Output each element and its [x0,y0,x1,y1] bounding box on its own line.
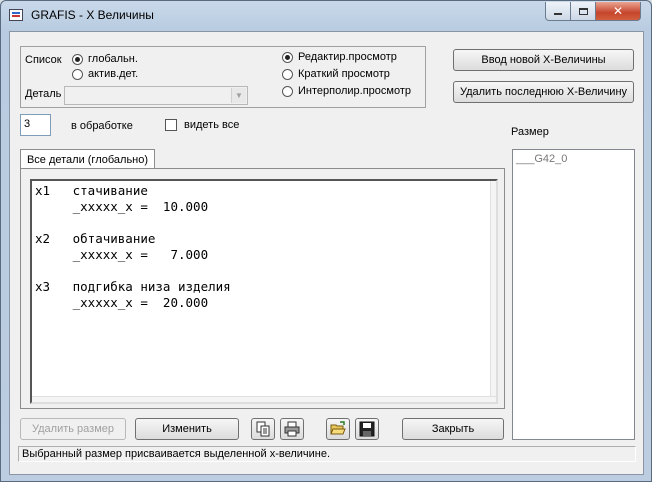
tab-all-details[interactable]: Все детали (глобально) [20,149,155,169]
size-listbox[interactable]: ___G42_0 [512,149,635,440]
list-label: Список [25,54,62,66]
print-button[interactable] [280,418,304,440]
processing-label: в обработке [71,120,133,132]
radio-active-detail-label: актив.дет. [88,68,139,80]
close-window-button[interactable]: ✕ [595,2,641,21]
editor-line: x1 стачивание [35,183,148,198]
window-title: GRAFIS - X Величины [31,8,154,22]
close-button[interactable]: Закрыть [402,418,504,440]
radio-interp-view[interactable] [282,86,293,97]
x-values-editor[interactable]: x1 стачивание _xxxxx_x = 10.000 x2 обтач… [30,179,498,404]
radio-interp-view-label: Интерполир.просмотр [298,85,411,97]
editor-line: _xxxxx_x = 10.000 [35,199,209,214]
delete-last-x-button[interactable]: Удалить последнюю X-Величину [453,81,634,103]
maximize-button[interactable] [570,2,596,21]
radio-edit-view-label: Редактир.просмотр [298,51,397,63]
change-button[interactable]: Изменить [135,418,239,440]
see-all-checkbox[interactable] [165,119,177,131]
detail-label: Деталь [25,88,62,100]
editor-line: x3 подгибка низа изделия [35,279,231,294]
editor-line: x2 обтачивание [35,231,156,246]
radio-global-label: глобальн. [88,53,138,65]
radio-short-view-label: Краткий просмотр [298,68,390,80]
app-icon [9,9,23,21]
radio-global[interactable] [72,54,83,65]
radio-active-detail[interactable] [72,69,83,80]
print-icon [284,421,300,437]
editor-vertical-scrollbar[interactable] [490,181,496,402]
minimize-icon [554,13,562,15]
title-bar[interactable]: GRAFIS - X Величины ✕ [1,1,651,29]
processing-count-field[interactable]: 3 [20,114,51,136]
detail-combobox[interactable]: ▼ [64,86,248,105]
radio-edit-view[interactable] [282,52,293,63]
save-icon [359,421,375,437]
radio-short-view[interactable] [282,69,293,80]
editor-horizontal-scrollbar[interactable] [32,396,496,402]
list-item[interactable]: ___G42_0 [516,153,567,165]
status-text: Выбранный размер присваивается выделенно… [22,448,331,460]
copy-icon [256,421,270,437]
status-bar: Выбранный размер присваивается выделенно… [18,446,636,462]
see-all-label: видеть все [184,119,240,131]
minimize-button[interactable] [545,2,571,21]
processing-count-value: 3 [24,118,31,130]
editor-line: _xxxxx_x = 7.000 [35,247,209,262]
client-area: Список глобальн. актив.дет. Деталь Редак… [9,31,644,475]
editor-line: _xxxxx_x = 20.000 [35,295,209,310]
close-icon: ✕ [612,4,624,18]
save-button[interactable] [355,418,379,440]
open-button[interactable] [326,418,350,440]
maximize-icon [578,7,588,15]
chevron-down-icon[interactable]: ▼ [231,88,246,103]
new-x-button[interactable]: Ввод новой X-Величины [453,49,634,71]
copy-button[interactable] [251,418,275,440]
size-label: Размер [511,126,549,138]
delete-size-button[interactable]: Удалить размер [20,418,126,440]
open-folder-icon [330,421,346,435]
main-window: GRAFIS - X Величины ✕ Список глобальн. а… [0,0,652,482]
